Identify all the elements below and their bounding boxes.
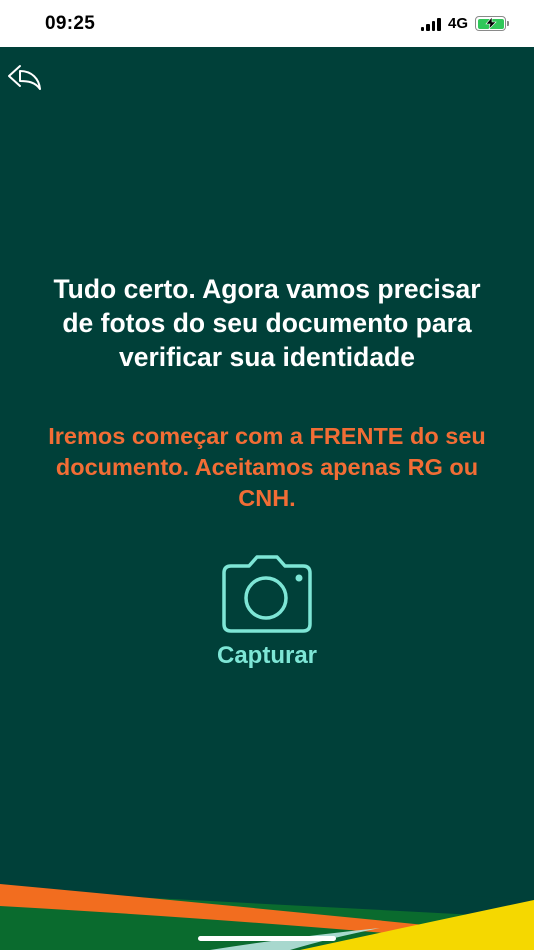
battery-charging-icon bbox=[475, 16, 509, 31]
status-indicators: 4G bbox=[420, 15, 509, 32]
instruction-headline: Tudo certo. Agora vamos precisar de foto… bbox=[53, 274, 481, 372]
document-instruction: Iremos começar com a FRENTE do seu docum… bbox=[48, 423, 486, 511]
status-time: 09:25 bbox=[45, 12, 96, 34]
home-indicator[interactable] bbox=[198, 936, 336, 941]
camera-icon bbox=[222, 555, 312, 633]
back-arrow-icon bbox=[8, 65, 41, 90]
screen: 09:25 4G Tudo certo. Agora vamos precisa… bbox=[0, 0, 534, 950]
network-type: 4G bbox=[447, 15, 468, 32]
capture-label: Capturar bbox=[216, 642, 318, 669]
capture-button[interactable]: Capturar bbox=[187, 552, 347, 680]
signal-icon bbox=[420, 17, 441, 31]
status-bar: 09:25 4G bbox=[0, 0, 534, 47]
back-button[interactable] bbox=[6, 62, 44, 94]
